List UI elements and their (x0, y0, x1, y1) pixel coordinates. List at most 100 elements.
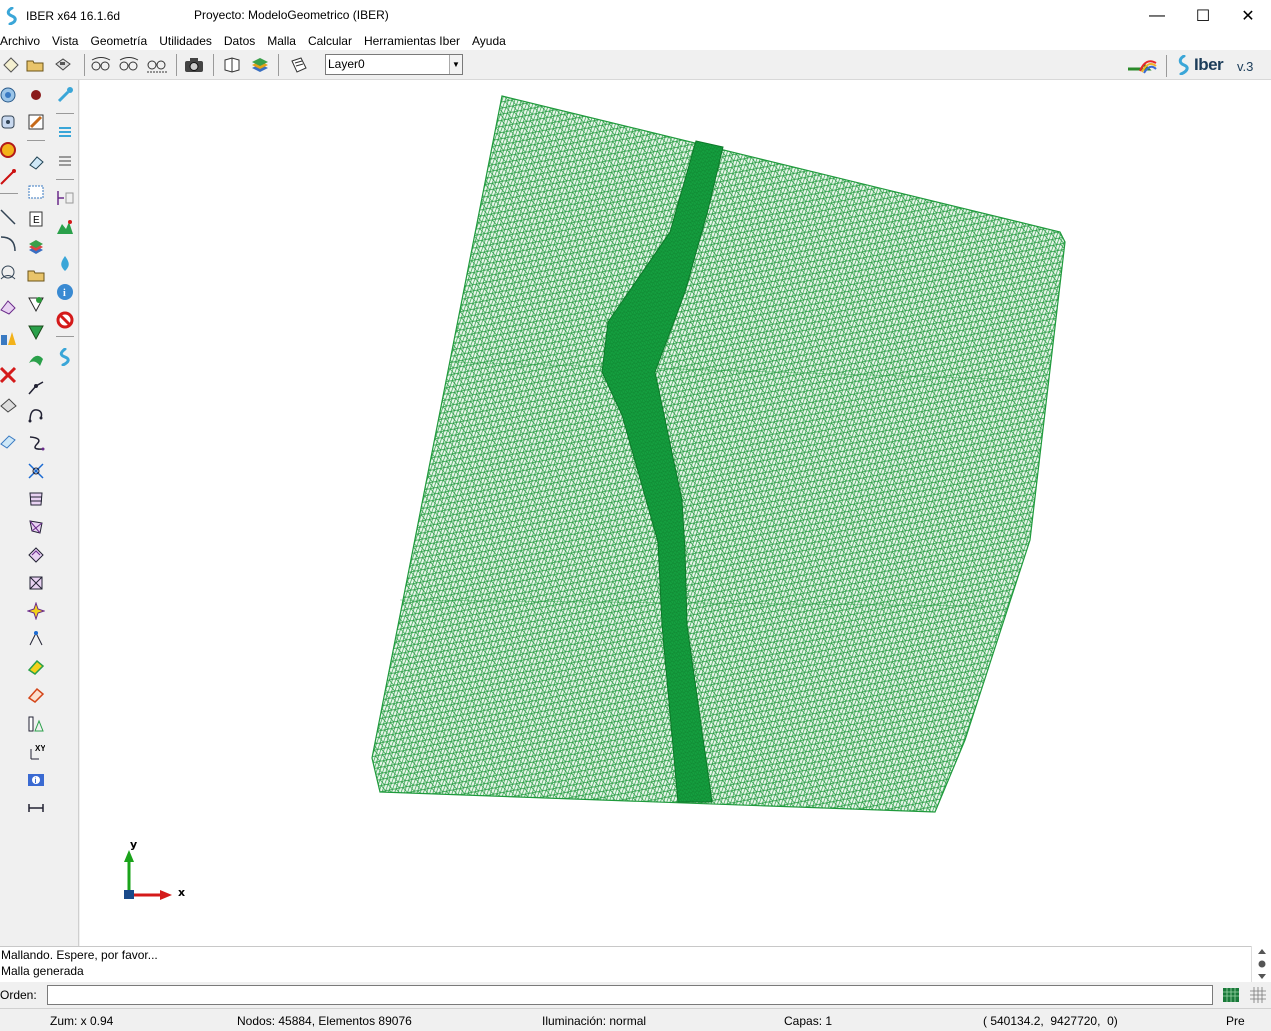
distance-icon[interactable] (24, 796, 48, 820)
minimize-button[interactable]: — (1134, 0, 1180, 31)
message-line: Mallando. Espere, por favor... (1, 948, 158, 962)
layers-manage-icon[interactable] (24, 235, 48, 259)
curve-join-icon[interactable] (24, 431, 48, 455)
zoom-in-icon[interactable] (90, 54, 112, 76)
iber-pipette-icon[interactable] (53, 83, 77, 107)
edit-geometry-icon[interactable] (24, 655, 48, 679)
palette-separator (56, 113, 74, 114)
create-line-icon[interactable] (0, 165, 20, 189)
iber-tools-icon[interactable] (53, 345, 77, 369)
status-mesh-info: Nodos: 45884, Elementos 89076 (237, 1014, 412, 1028)
menu-ayuda[interactable]: Ayuda (472, 34, 506, 48)
message-scrollbar[interactable] (1251, 946, 1271, 982)
create-surface-icon[interactable] (0, 295, 20, 319)
command-bar: Orden: (0, 982, 1271, 1008)
create-circle-icon[interactable] (0, 260, 20, 284)
chevron-down-icon[interactable]: ▼ (449, 55, 462, 74)
create-polyline-icon[interactable] (0, 205, 20, 229)
edit-icon[interactable] (24, 110, 48, 134)
iber-terrain-icon[interactable] (53, 215, 77, 239)
maximize-button[interactable]: ☐ (1180, 0, 1226, 31)
menu-datos[interactable]: Datos (224, 34, 255, 48)
status-layers: Capas: 1 (784, 1014, 833, 1028)
iber-info-icon[interactable]: i (53, 280, 77, 304)
surface-mesh-icon[interactable] (24, 571, 48, 595)
layer-select[interactable]: Layer0 ▼ (325, 54, 463, 75)
toolbar-separator (213, 54, 214, 76)
grid-toggle-icon[interactable] (1249, 986, 1267, 1004)
status-zoom: Zum: x 0.94 (50, 1014, 114, 1028)
curve-edit-icon[interactable] (24, 403, 48, 427)
scroll-down-icon (1258, 974, 1266, 979)
open-folder-icon[interactable] (24, 54, 46, 76)
scroll-up-icon (1258, 949, 1266, 954)
save-icon[interactable] (52, 54, 74, 76)
zoom-frame-icon[interactable] (146, 54, 168, 76)
move-point-icon[interactable] (24, 627, 48, 651)
svg-text:i: i (35, 778, 37, 785)
create-volume-icon[interactable] (0, 326, 20, 350)
iber-inlet-icon[interactable] (53, 120, 77, 144)
dimension-icon[interactable] (24, 712, 48, 736)
palette-separator (27, 140, 45, 141)
menu-malla[interactable]: Malla (267, 34, 296, 48)
menu-bar: Archivo Vista Geometría Utilidades Datos… (0, 31, 1271, 50)
iber-water-drop-icon[interactable] (53, 252, 77, 276)
toolbar-separator (1166, 55, 1167, 77)
menu-vista[interactable]: Vista (52, 34, 78, 48)
message-line: Malla generada (1, 964, 84, 978)
delete-icon[interactable] (0, 363, 20, 387)
surface-4-sides-icon[interactable] (24, 515, 48, 539)
iber-culvert-icon[interactable] (53, 186, 77, 210)
axis-x-label: x (178, 886, 185, 899)
zoom-out-icon[interactable] (118, 54, 140, 76)
axis-y-label: y (130, 838, 137, 851)
assign-condition-icon[interactable] (24, 292, 48, 316)
list-entities-icon[interactable] (0, 393, 20, 417)
redraw-icon[interactable] (0, 138, 20, 162)
layer-select-value: Layer0 (328, 57, 365, 71)
iber-logo: Iber (1177, 54, 1224, 76)
structured-surface-icon[interactable] (24, 487, 48, 511)
rainbow-arrow-icon[interactable] (1126, 54, 1158, 76)
info-panel-icon[interactable]: i (24, 768, 48, 792)
menu-geometria[interactable]: Geometría (90, 34, 147, 48)
menu-archivo[interactable]: Archivo (0, 34, 40, 48)
label-icon[interactable]: E (24, 207, 48, 231)
iber-outlet-icon[interactable] (53, 149, 77, 173)
pan-view-icon[interactable] (0, 110, 20, 134)
rotate-view-icon[interactable] (0, 83, 20, 107)
title-bar: IBER x64 16.1.6d Proyecto: ModeloGeometr… (0, 0, 1271, 31)
mesh-view: y x (124, 95, 1066, 900)
status-mode: Pre (1226, 1014, 1245, 1028)
mesh-view-toggle-icon[interactable] (1222, 986, 1240, 1004)
intersect-icon[interactable] (24, 459, 48, 483)
menu-herramientas-iber[interactable]: Herramientas Iber (364, 34, 460, 48)
layers-icon[interactable] (249, 54, 271, 76)
copy-geometry-icon[interactable] (24, 683, 48, 707)
close-button[interactable]: ✕ (1225, 0, 1271, 31)
render-icon[interactable] (221, 54, 243, 76)
assign-surface-icon[interactable] (24, 320, 48, 344)
command-input[interactable] (47, 985, 1213, 1005)
explode-icon[interactable] (24, 599, 48, 623)
split-line-icon[interactable] (24, 376, 48, 400)
nurbs-surface-icon[interactable] (24, 348, 48, 372)
iber-stop-icon[interactable] (53, 308, 77, 332)
new-file-icon[interactable] (0, 54, 22, 76)
coordinates-xy-icon[interactable]: XY (24, 740, 48, 764)
status-coordinates: ( 540134.2, 9427720, 0) (983, 1014, 1118, 1028)
point-icon[interactable] (24, 83, 48, 107)
menu-utilidades[interactable]: Utilidades (159, 34, 212, 48)
graphics-canvas[interactable]: y x (80, 80, 1271, 946)
message-area: Mallando. Espere, por favor... Malla gen… (0, 946, 1251, 982)
measure-icon[interactable] (0, 429, 20, 453)
properties-icon[interactable] (288, 54, 310, 76)
folder-icon[interactable] (24, 263, 48, 287)
eraser-icon[interactable] (24, 150, 48, 174)
menu-calcular[interactable]: Calcular (308, 34, 352, 48)
camera-icon[interactable] (183, 54, 205, 76)
select-box-icon[interactable] (24, 180, 48, 204)
surface-boundary-icon[interactable] (24, 543, 48, 567)
create-arc-icon[interactable] (0, 232, 20, 256)
